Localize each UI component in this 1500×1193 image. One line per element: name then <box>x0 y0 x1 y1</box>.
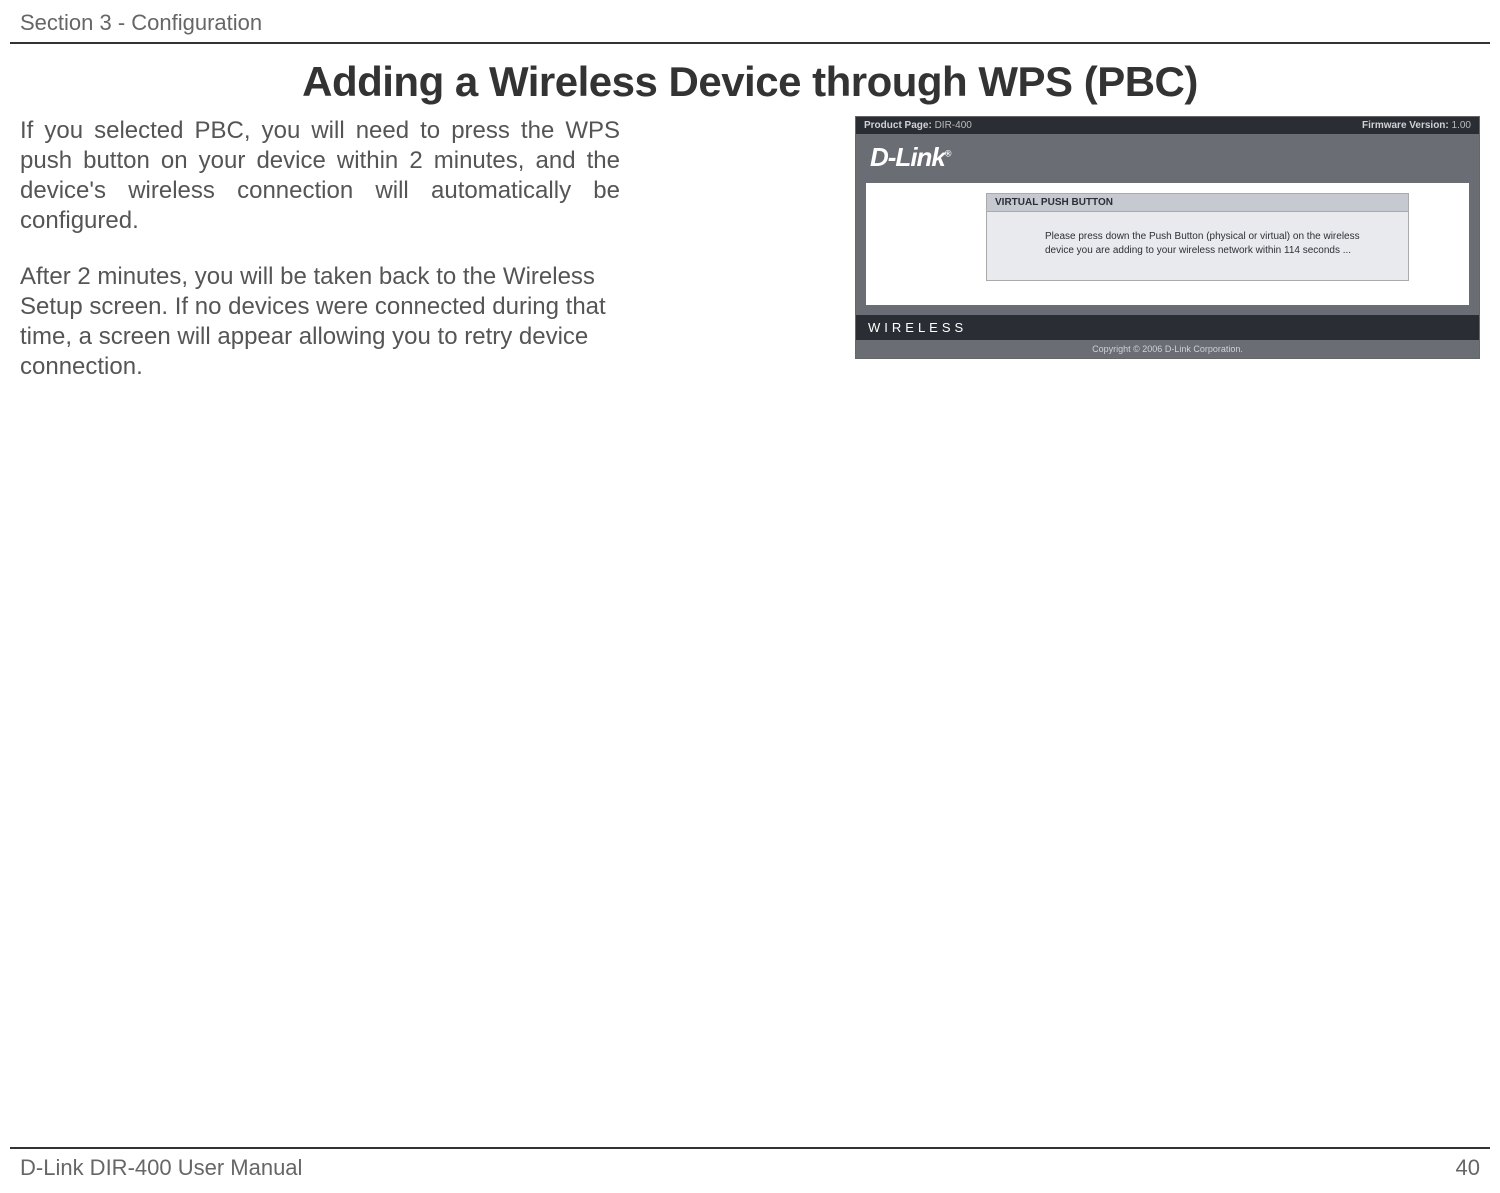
router-body: VIRTUAL PUSH BUTTON Please press down th… <box>866 183 1469 305</box>
router-logo-bar: D-Link® <box>856 134 1479 183</box>
firmware-version: Firmware Version: 1.00 <box>1362 120 1471 131</box>
product-page-value: DIR-400 <box>935 120 972 131</box>
paragraph-2: After 2 minutes, you will be taken back … <box>20 262 620 382</box>
page-footer: D-Link DIR-400 User Manual 40 <box>0 1155 1500 1181</box>
header-divider <box>10 42 1490 44</box>
section-label: Section 3 - Configuration <box>20 10 262 35</box>
virtual-push-button-panel: VIRTUAL PUSH BUTTON Please press down th… <box>986 193 1409 281</box>
product-page: Product Page: DIR-400 <box>864 120 972 131</box>
panel-body: Please press down the Push Button (physi… <box>987 212 1408 280</box>
section-header: Section 3 - Configuration <box>0 0 1500 42</box>
panel-message: Please press down the Push Button (physi… <box>1045 230 1380 258</box>
firmware-value: 1.00 <box>1452 120 1471 131</box>
content-row: If you selected PBC, you will need to pr… <box>0 116 1500 408</box>
manual-label: D-Link DIR-400 User Manual <box>20 1155 302 1181</box>
body-text-column: If you selected PBC, you will need to pr… <box>20 116 620 408</box>
router-bottom-label: WIRELESS <box>856 315 1479 340</box>
panel-wrap: VIRTUAL PUSH BUTTON Please press down th… <box>866 183 1469 291</box>
product-page-label: Product Page: <box>864 120 932 131</box>
router-ui-frame: Product Page: DIR-400 Firmware Version: … <box>855 116 1480 359</box>
registered-mark-icon: ® <box>945 148 951 158</box>
firmware-label: Firmware Version: <box>1362 120 1449 131</box>
paragraph-1: If you selected PBC, you will need to pr… <box>20 116 620 236</box>
page-number: 40 <box>1456 1155 1480 1181</box>
panel-header: VIRTUAL PUSH BUTTON <box>987 194 1408 212</box>
footer-divider <box>10 1147 1490 1149</box>
dlink-logo: D-Link® <box>870 142 951 172</box>
router-ui-screenshot: Product Page: DIR-400 Firmware Version: … <box>855 116 1480 359</box>
page-title: Adding a Wireless Device through WPS (PB… <box>0 58 1500 106</box>
router-topbar: Product Page: DIR-400 Firmware Version: … <box>856 117 1479 134</box>
router-copyright: Copyright © 2006 D-Link Corporation. <box>856 340 1479 358</box>
